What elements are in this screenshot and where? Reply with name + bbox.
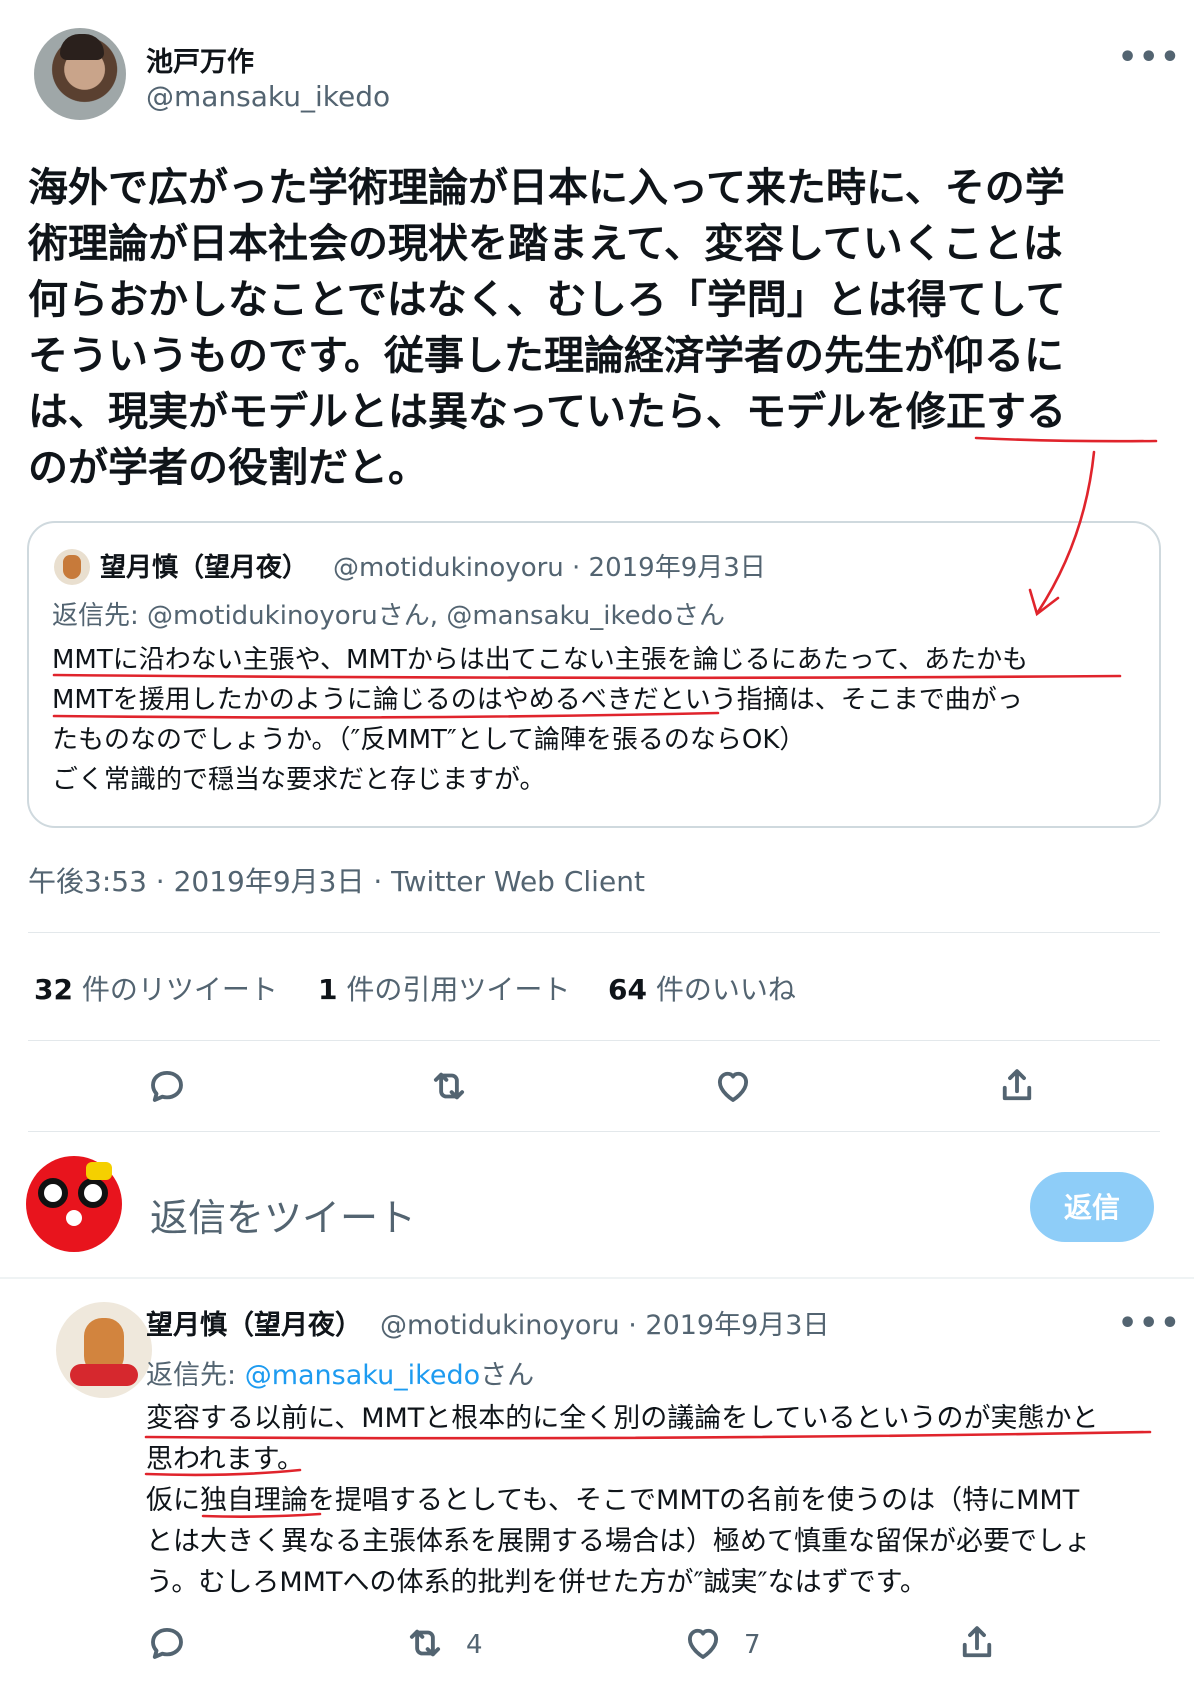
divider (0, 1277, 1194, 1279)
reply-line: とは大きく異なる主張体系を展開する場合は）極めて慎重な留保が必要でしょ (146, 1526, 1091, 1557)
reply-author-avatar[interactable] (56, 1302, 152, 1398)
author-avatar[interactable] (34, 28, 126, 120)
quote-avatar (54, 549, 90, 585)
like-icon[interactable] (712, 1065, 754, 1111)
reply-author-meta: @motidukinoyoru · 2019年9月3日 (380, 1310, 830, 1341)
avatar-bow (86, 1162, 112, 1180)
tweet-line: 何らおかしなことではなく、むしろ「学問」とは得てして (28, 277, 1066, 323)
tweet-text: 海外で広がった学術理論が日本に入って来た時に、その学 術理論が日本社会の現状を踏… (28, 160, 1168, 496)
quote-author-name: 望月慎（望月夜） (100, 553, 309, 583)
retweets-count: 32 (34, 973, 73, 1006)
reply-input[interactable]: 返信をツイート (150, 1187, 416, 1242)
reply-like-count: 7 (744, 1630, 761, 1660)
reply-retweet-count: 4 (466, 1630, 483, 1660)
retweets-label: 件のリツイート (72, 973, 278, 1006)
reply-retweet-icon[interactable] (404, 1622, 446, 1668)
share-icon[interactable] (996, 1065, 1038, 1111)
divider (28, 932, 1160, 933)
reply-author-name[interactable]: 望月慎（望月夜） (146, 1303, 362, 1342)
author-name[interactable]: 池戸万作 (146, 40, 254, 79)
quote-line: MMTを援用したかのように論じるのはやめるべきだという指摘は、そこまで曲がっ (52, 685, 1023, 715)
reply-button[interactable]: 返信 (1030, 1172, 1154, 1242)
retweets-stat[interactable]: 32 件のリツイート (34, 968, 278, 1008)
reply-icon[interactable] (146, 1065, 188, 1111)
quote-reply-to: 返信先: @motidukinoyoruさん, @mansaku_ikedoさん (52, 601, 726, 631)
quote-text: MMTに沿わない主張や、MMTからは出てこない主張を論じるにあたって、あたかも … (52, 640, 1132, 800)
tweet-line: は、現実がモデルとは異なっていたら、モデルを修正する (28, 389, 1066, 435)
likes-count: 64 (608, 973, 647, 1006)
reply-to-handle-link[interactable]: @mansaku_ikedo (245, 1360, 480, 1391)
author-handle[interactable]: @mansaku_ikedo (146, 80, 390, 113)
current-user-avatar[interactable] (26, 1156, 122, 1252)
quote-line: たものなのでしょうか。（″反MMT″として論陣を張るのならOK） (52, 725, 806, 755)
reply-reply-icon[interactable] (146, 1622, 188, 1668)
divider (28, 1040, 1160, 1041)
avatar-eye (38, 1178, 68, 1208)
quote-author-meta: @motidukinoyoru · 2019年9月3日 (333, 553, 766, 583)
tweet-line: のが学者の役割だと。 (28, 445, 428, 491)
reply-line: 変容する以前に、MMTと根本的に全く別の議論をしているというのが実態かと (146, 1403, 1099, 1434)
reply-line: 思われます。 (146, 1444, 304, 1475)
likes-stat[interactable]: 64 件のいいね (608, 968, 796, 1008)
avatar-nose (66, 1210, 82, 1226)
more-icon[interactable]: ••• (1118, 40, 1182, 75)
reply-to-suffix: さん (480, 1360, 535, 1391)
retweet-icon[interactable] (428, 1065, 470, 1111)
reply-like-icon[interactable] (682, 1622, 724, 1668)
tweet-timestamp[interactable]: 午後3:53 · 2019年9月3日 · Twitter Web Client (28, 860, 645, 900)
reply-line: う。むしろMMTへの体系的批判を併せた方が″誠実″なはずです。 (146, 1567, 927, 1598)
reply-to-prefix: 返信先: (146, 1360, 245, 1391)
divider (28, 1131, 1160, 1132)
more-icon[interactable]: ••• (1118, 1306, 1182, 1341)
tweet-line: 術理論が日本社会の現状を踏まえて、変容していくことは (28, 221, 1063, 267)
reply-to-line: 返信先: @mansaku_ikedoさん (146, 1353, 534, 1392)
quote-line: ごく常識的で穏当な要求だと存じますが。 (52, 765, 546, 795)
likes-label: 件のいいね (646, 973, 796, 1006)
quotes-label: 件の引用ツイート (337, 973, 571, 1006)
quote-line: MMTに沿わない主張や、MMTからは出てこない主張を論じるにあたって、あたかも (52, 645, 1029, 675)
tweet-line: 海外で広がった学術理論が日本に入って来た時に、その学 (28, 165, 1065, 211)
reply-share-icon[interactable] (956, 1622, 998, 1668)
tweet-line: そういうものです。従事した理論経済学者の先生が仰るに (28, 333, 1064, 379)
quotes-stat[interactable]: 1 件の引用ツイート (318, 968, 570, 1008)
reply-line: 仮に独自理論を提唱するとしても、そこでMMTの名前を使うのは（特にMMT (146, 1485, 1080, 1516)
avatar-eye (78, 1178, 108, 1208)
quotes-count: 1 (318, 973, 338, 1006)
reply-text: 変容する以前に、MMTと根本的に全く別の議論をしているというのが実態かと 思われ… (146, 1398, 1176, 1603)
